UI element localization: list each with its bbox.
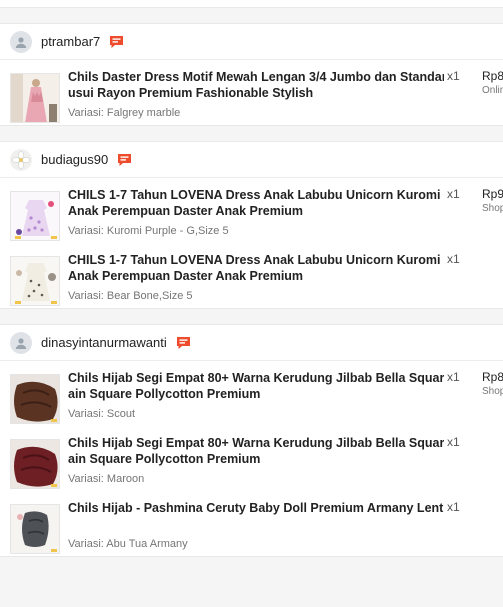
product-title-line1: CHILS 1-7 Tahun LOVENA Dress Anak Labubu… (68, 188, 444, 202)
order-item[interactable]: Chils Hijab Segi Empat 80+ Warna Kerudun… (0, 426, 503, 491)
username[interactable]: dinasyintanurmawanti (41, 335, 167, 350)
product-quantity: x1 (447, 435, 460, 449)
dress-image-icon (11, 74, 59, 122)
product-thumbnail[interactable] (10, 191, 60, 241)
product-thumbnail[interactable] (10, 504, 60, 554)
product-quantity: x1 (447, 187, 460, 201)
product-thumbnail[interactable] (10, 374, 60, 424)
product-title-line1: Chils Hijab - Pashmina Ceruty Baby Doll … (68, 501, 444, 515)
user-silhouette-icon (15, 36, 27, 48)
order-status: Shop (482, 386, 503, 397)
product-title[interactable]: CHILS 1-7 Tahun LOVENA Dress Anak Labubu… (68, 187, 444, 219)
top-strip (0, 0, 503, 8)
chat-bubble-icon (110, 35, 124, 48)
chat-button[interactable] (117, 153, 132, 167)
product-title-line1: Chils Hijab Segi Empat 80+ Warna Kerudun… (68, 371, 444, 385)
order-card: budiagus90 CHILS 1-7 Tahun LOVENA Dress … (0, 141, 503, 309)
product-thumbnail[interactable] (10, 73, 60, 123)
order-card: dinasyintanurmawanti Chils Hijab Segi Em… (0, 324, 503, 557)
order-header: ptrambar7 (0, 24, 503, 60)
user-avatar[interactable] (10, 331, 32, 354)
product-thumbnail[interactable] (10, 439, 60, 489)
product-title-line2: ain Square Pollycotton Premium (68, 452, 261, 466)
product-title[interactable]: Chils Hijab Segi Empat 80+ Warna Kerudun… (68, 370, 444, 402)
product-variant: Variasi: Abu Tua Armany (68, 538, 188, 550)
product-title-line2: usui Rayon Premium Fashionable Stylish (68, 86, 314, 100)
product-title-line1: Chils Hijab Segi Empat 80+ Warna Kerudun… (68, 436, 444, 450)
user-avatar[interactable] (10, 148, 32, 171)
order-status: Onlin (482, 85, 503, 96)
order-price: Rp8 (482, 69, 503, 83)
user-avatar[interactable] (10, 30, 32, 53)
order-item[interactable]: Chils Hijab - Pashmina Ceruty Baby Doll … (0, 491, 503, 556)
order-item[interactable]: Chils Hijab Segi Empat 80+ Warna Kerudun… (0, 361, 503, 426)
chat-button[interactable] (176, 336, 191, 350)
username[interactable]: budiagus90 (41, 152, 108, 167)
username[interactable]: ptrambar7 (41, 34, 100, 49)
product-quantity: x1 (447, 252, 460, 266)
kids-dress-image-icon (11, 257, 59, 305)
product-title-line2: ain Square Pollycotton Premium (68, 387, 261, 401)
product-title-line1: CHILS 1-7 Tahun LOVENA Dress Anak Labubu… (68, 253, 444, 267)
user-silhouette-icon (15, 337, 27, 349)
order-item[interactable]: CHILS 1-7 Tahun LOVENA Dress Anak Labubu… (0, 178, 503, 243)
flower-avatar-icon (10, 148, 32, 171)
chat-bubble-icon (118, 153, 132, 166)
product-title[interactable]: Chils Hijab Segi Empat 80+ Warna Kerudun… (68, 435, 444, 467)
pashmina-image-icon (11, 505, 59, 553)
product-title[interactable]: Chils Hijab - Pashmina Ceruty Baby Doll … (68, 500, 444, 516)
chat-bubble-icon (176, 336, 190, 349)
product-title[interactable]: Chils Daster Dress Motif Mewah Lengan 3/… (68, 69, 444, 101)
product-quantity: x1 (447, 370, 460, 384)
hijab-image-icon (11, 375, 59, 423)
product-variant: Variasi: Scout (68, 408, 136, 420)
product-thumbnail[interactable] (10, 256, 60, 306)
order-price: Rp9 (482, 187, 503, 201)
order-header: dinasyintanurmawanti (0, 325, 503, 361)
product-title-line2: Anak Perempuan Daster Anak Premium (68, 269, 304, 283)
product-variant: Variasi: Bear Bone,Size 5 (68, 290, 193, 302)
order-price: Rp8 (482, 370, 503, 384)
order-card: ptrambar7 Chils Daster Dress Motif Mewah… (0, 23, 503, 126)
kids-dress-image-icon (11, 192, 59, 240)
order-header: budiagus90 (0, 142, 503, 178)
order-item[interactable]: CHILS 1-7 Tahun LOVENA Dress Anak Labubu… (0, 243, 503, 308)
product-quantity: x1 (447, 500, 460, 514)
hijab-image-icon (11, 440, 59, 488)
product-variant: Variasi: Maroon (68, 473, 145, 485)
chat-button[interactable] (109, 35, 124, 49)
product-variant: Variasi: Falgrey marble (68, 107, 181, 119)
product-title-line2: Anak Perempuan Daster Anak Premium (68, 204, 304, 218)
order-item[interactable]: Chils Daster Dress Motif Mewah Lengan 3/… (0, 60, 503, 125)
product-quantity: x1 (447, 69, 460, 83)
product-title[interactable]: CHILS 1-7 Tahun LOVENA Dress Anak Labubu… (68, 252, 444, 284)
product-variant: Variasi: Kuromi Purple - G,Size 5 (68, 225, 229, 237)
order-status: Shop (482, 203, 503, 214)
product-title-line1: Chils Daster Dress Motif Mewah Lengan 3/… (68, 70, 444, 84)
